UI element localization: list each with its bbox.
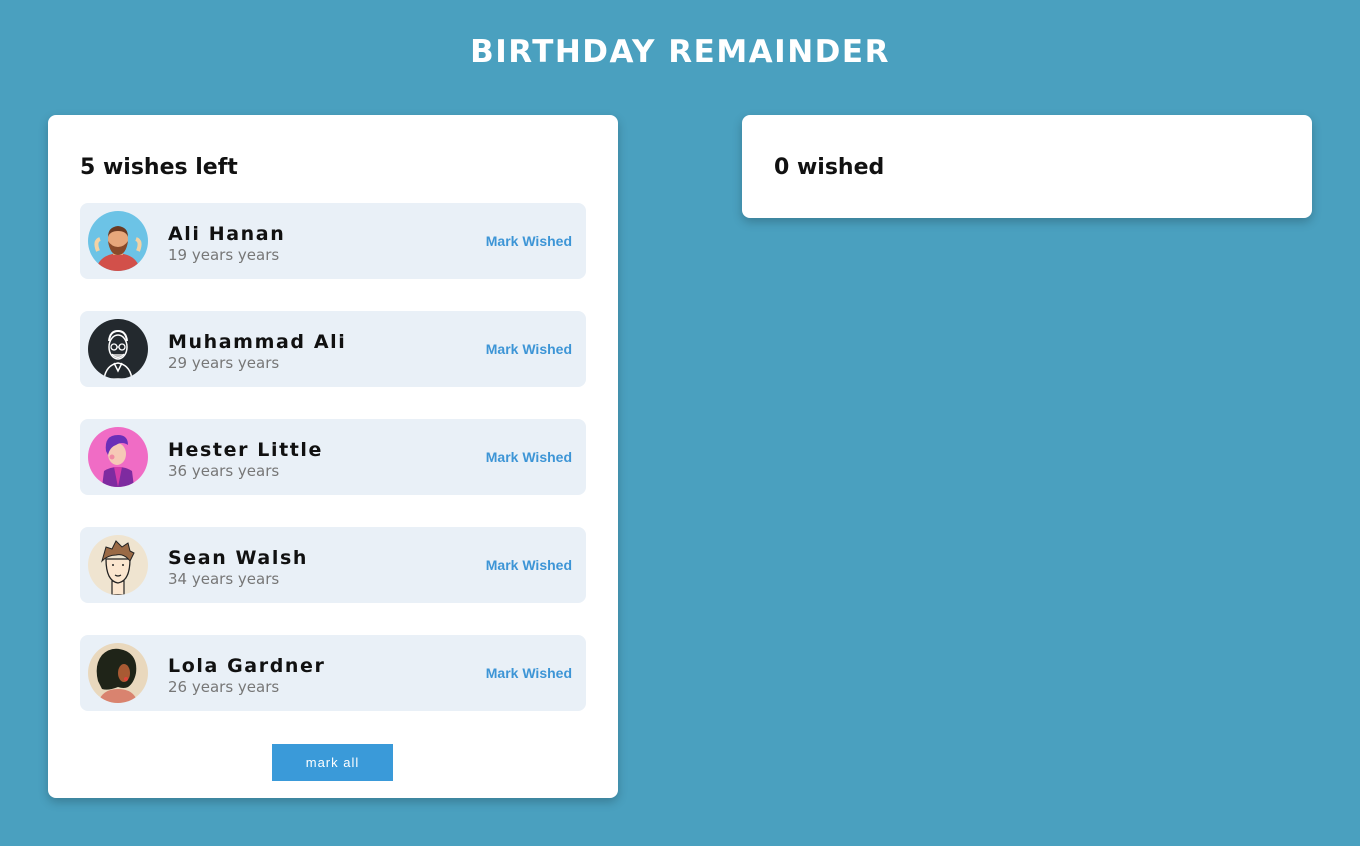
person-name: Muhammad Ali [168,331,347,353]
person-age: 34 years years [168,570,280,588]
person-card: Ali Hanan 19 years years Mark Wished [80,203,586,279]
person-name: Lola Gardner [168,655,326,677]
person-name: Ali Hanan [168,223,286,245]
page-title: BIRTHDAY REMAINDER [470,34,890,70]
person-age: 29 years years [168,354,280,372]
bearded-man-avatar [88,211,148,271]
person-card: Sean Walsh 34 years years Mark Wished [80,527,586,603]
person-card: Lola Gardner 26 years years Mark Wished [80,635,586,711]
person-age: 19 years years [168,246,280,264]
glasses-man-avatar [88,319,148,379]
person-list: Ali Hanan 19 years years Mark Wished Muh [80,203,586,743]
person-card: Muhammad Ali 29 years years Mark Wished [80,311,586,387]
mark-wished-button[interactable]: Mark Wished [486,448,572,466]
person-card: Hester Little 36 years years Mark Wished [80,419,586,495]
brown-hair-man-avatar [88,535,148,595]
mark-wished-button[interactable]: Mark Wished [486,340,572,358]
mark-wished-button[interactable]: Mark Wished [486,232,572,250]
person-name: Hester Little [168,439,324,461]
wished-count-heading: 0 wished [774,155,885,180]
purple-hair-avatar [88,427,148,487]
mark-all-button[interactable]: mark all [272,744,393,781]
person-name: Sean Walsh [168,547,308,569]
curly-hair-woman-avatar [88,643,148,703]
wishes-left-heading: 5 wishes left [80,155,238,180]
person-age: 26 years years [168,678,280,696]
person-age: 36 years years [168,462,280,480]
mark-wished-button[interactable]: Mark Wished [486,664,572,682]
mark-wished-button[interactable]: Mark Wished [486,556,572,574]
wished-panel: 0 wished [742,115,1312,218]
pending-wishes-panel: 5 wishes left Ali Hanan 19 years years M… [48,115,618,798]
